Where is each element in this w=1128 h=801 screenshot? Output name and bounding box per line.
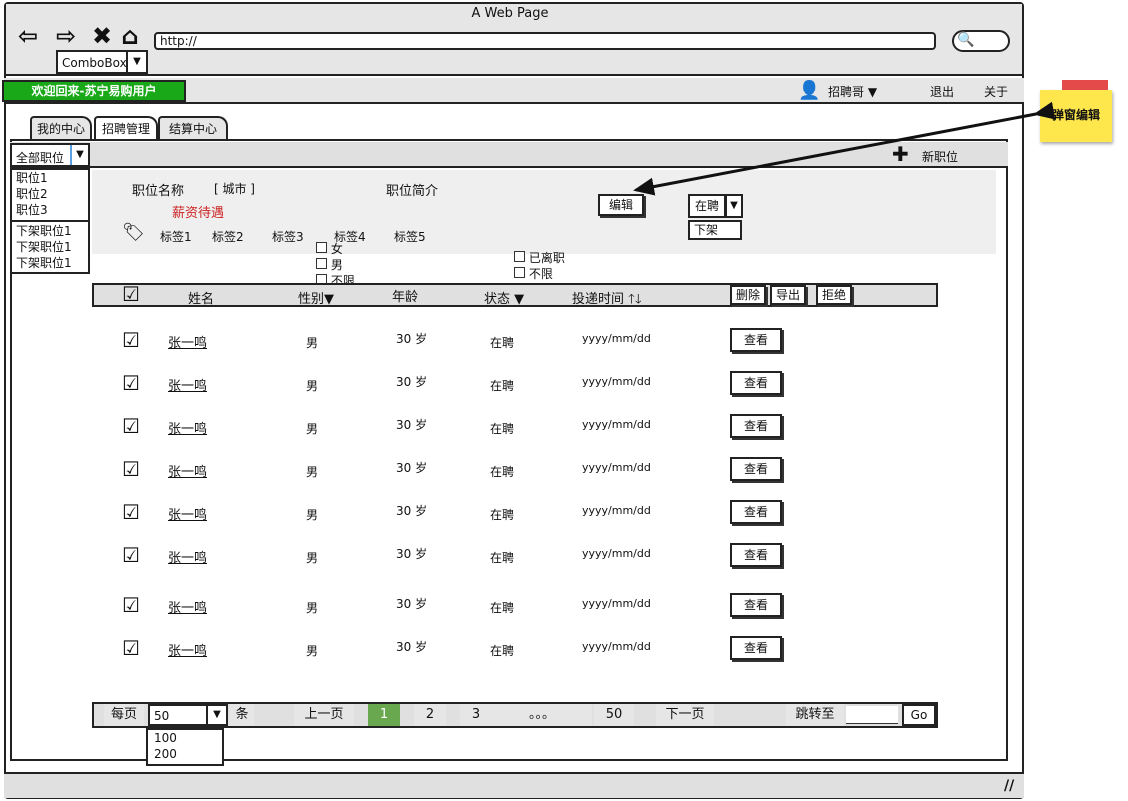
double-arrow-line xyxy=(633,101,1056,196)
annotation-arrow xyxy=(633,101,1056,196)
